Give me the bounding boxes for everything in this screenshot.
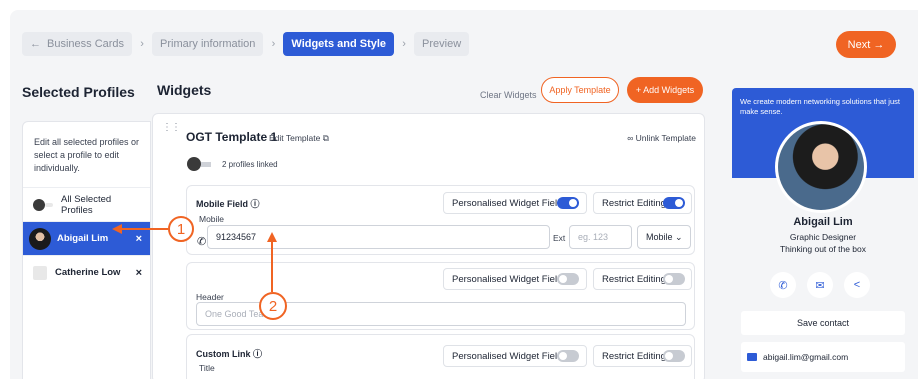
phone-type-select[interactable]: Mobile ⌄ (637, 225, 691, 249)
restrict-editing-field: Restrict Editing (593, 268, 692, 290)
mobile-sub-label: Mobile (199, 214, 225, 224)
profiles-panel: Edit all selected profiles or select a p… (22, 121, 151, 379)
restrict-editing-field: Restrict Editing (593, 345, 692, 367)
restrict-editing-field: Restrict Editing (593, 192, 692, 214)
company-logo-icon (33, 265, 47, 280)
avatar (33, 198, 45, 211)
template-title: OGT Template 1 (186, 130, 278, 144)
personalised-widget-field: Personalised Widget Field (443, 345, 587, 367)
personalised-toggle[interactable] (557, 273, 579, 285)
annotation-marker-2: 2 (259, 292, 287, 320)
custom-link-label: Custom Link ⓘ (196, 349, 263, 359)
ext-label: Ext (553, 233, 566, 243)
phone-icon[interactable]: ✆ (770, 272, 796, 298)
crumb-preview[interactable]: Preview (414, 32, 470, 56)
profile-photo (775, 121, 867, 213)
card-preview: We create modern networking solutions th… (732, 88, 914, 379)
restrict-editing-toggle[interactable] (663, 350, 685, 362)
mobile-field-label: Mobile Field ⓘ (196, 199, 260, 209)
remove-profile-button[interactable]: × (136, 233, 142, 245)
profiles-linked: 2 profiles linked (187, 157, 278, 171)
personalised-widget-field: Personalised Widget Field (443, 268, 587, 290)
crumb-business-cards[interactable]: ← Business Cards (22, 32, 133, 56)
edit-template-link[interactable]: Edit Template ⧉ (269, 133, 329, 144)
chevron-right-icon: › (271, 38, 276, 50)
widgets-title: Widgets (157, 82, 212, 98)
share-icon[interactable]: < (844, 272, 870, 298)
restrict-editing-toggle[interactable] (663, 197, 685, 209)
email-icon (747, 353, 757, 361)
app-window: ← Business Cards › Primary information ›… (10, 10, 918, 379)
chevron-right-icon: › (140, 38, 144, 50)
unlink-template-button[interactable]: ∞ Unlink Template (627, 133, 696, 143)
preview-tagline: We create modern networking solutions th… (740, 97, 900, 116)
mobile-field-card: Mobile Field ⓘ Mobile Personalised Widge… (186, 185, 695, 255)
profile-abigail-lim[interactable]: Abigail Lim × (23, 221, 150, 255)
restrict-editing-toggle[interactable] (663, 273, 685, 285)
remove-profile-button[interactable]: × (136, 267, 142, 279)
arrow-left-icon: ← (30, 38, 41, 50)
profiles-help-text: Edit all selected profiles or select a p… (34, 137, 140, 173)
preview-motto: Thinking out of the box (779, 244, 866, 254)
crumb-primary-information[interactable]: Primary information (152, 32, 264, 56)
email-icon[interactable]: ✉ (807, 272, 833, 298)
selected-profiles-title: Selected Profiles (22, 84, 135, 100)
preview-email[interactable]: abigail.lim@gmail.com (741, 342, 905, 372)
profile-catherine-low[interactable]: Catherine Low × (23, 255, 150, 289)
avatar (187, 157, 201, 171)
preview-role: Graphic Designer (789, 232, 857, 242)
personalised-toggle[interactable] (557, 350, 579, 362)
header-label: Header (196, 292, 224, 302)
mobile-number-input[interactable]: 91234567 (207, 225, 550, 249)
next-button[interactable]: Next → (836, 31, 896, 58)
profile-all-selected[interactable]: All Selected Profiles (23, 187, 150, 221)
breadcrumb: ← Business Cards › Primary information ›… (22, 32, 470, 56)
crumb-widgets-and-style[interactable]: Widgets and Style (283, 32, 395, 56)
preview-actions: ✆ ✉ < (770, 272, 870, 298)
personalised-toggle[interactable] (557, 197, 579, 209)
company-logo-icon (45, 202, 53, 207)
personalised-widget-field: Personalised Widget Field (443, 192, 587, 214)
custom-link-title-label: Title (199, 363, 215, 373)
avatar (29, 227, 51, 250)
save-contact-button[interactable]: Save contact (741, 311, 905, 335)
custom-link-card: Custom Link ⓘ Title Personalised Widget … (186, 334, 695, 379)
drag-handle-icon[interactable]: ⋮⋮ (162, 122, 181, 133)
annotation-marker-1: 1 (168, 216, 194, 242)
ext-input[interactable]: eg. 123 (569, 225, 632, 249)
template-panel: ⋮⋮ OGT Template 1 Edit Template ⧉ ∞ Unli… (152, 113, 705, 379)
clear-widgets-button[interactable]: Clear Widgets (480, 90, 537, 100)
chevron-right-icon: › (402, 38, 406, 50)
phone-icon: ✆ (197, 236, 207, 248)
preview-name: Abigail Lim (793, 216, 853, 228)
add-widgets-button[interactable]: + Add Widgets (627, 77, 703, 103)
company-logo-icon (201, 161, 211, 167)
apply-template-button[interactable]: Apply Template (541, 77, 619, 103)
